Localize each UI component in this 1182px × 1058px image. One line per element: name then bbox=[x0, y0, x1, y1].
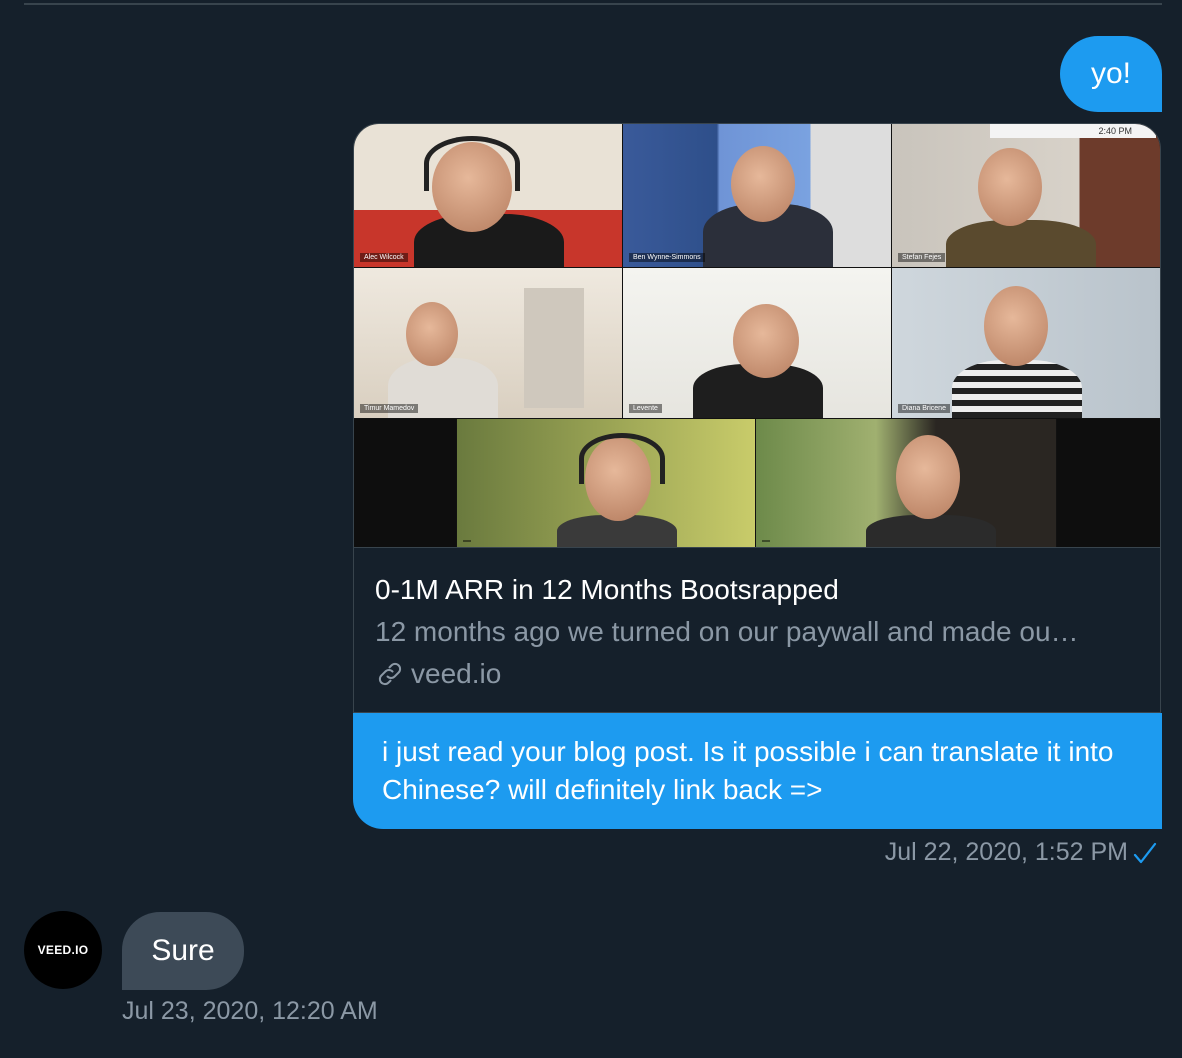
participant-name bbox=[463, 540, 471, 542]
link-preview-image: Alec Wilcock Ben Wynne-Simmons 2:40 PM S… bbox=[354, 124, 1160, 547]
video-tile: Ben Wynne-Simmons bbox=[623, 124, 891, 267]
received-message-bubble[interactable]: Sure bbox=[122, 912, 244, 990]
participant-name: Ben Wynne-Simmons bbox=[629, 253, 705, 262]
participant-name: Levente bbox=[629, 404, 662, 413]
top-divider bbox=[24, 3, 1162, 5]
link-icon bbox=[378, 662, 402, 686]
video-tile: Timur Mamedov bbox=[354, 268, 622, 418]
video-tile bbox=[1057, 419, 1160, 547]
clock-bar: 2:40 PM bbox=[990, 124, 1156, 138]
check-icon bbox=[1133, 842, 1157, 864]
link-title[interactable]: 0-1M ARR in 12 Months Bootsrapped bbox=[375, 574, 839, 606]
video-tile: Diana Bricene bbox=[892, 268, 1160, 418]
message-timestamp: Jul 22, 2020, 1:52 PM bbox=[884, 838, 1128, 866]
video-tile: Alec Wilcock bbox=[354, 124, 622, 267]
avatar-logo-text: VEED.IO bbox=[37, 943, 89, 957]
participant-name: Diana Bricene bbox=[898, 404, 950, 413]
message-text: yo! bbox=[1090, 57, 1132, 90]
message-timestamp: Jul 23, 2020, 12:20 AM bbox=[122, 997, 378, 1025]
message-text: Sure bbox=[151, 934, 215, 967]
avatar[interactable]: VEED.IO bbox=[24, 911, 102, 989]
participant-name bbox=[762, 540, 770, 542]
video-tile bbox=[756, 419, 1056, 547]
video-tile bbox=[457, 419, 755, 547]
sent-message-bubble[interactable]: yo! bbox=[1060, 36, 1162, 112]
link-domain[interactable]: veed.io bbox=[375, 658, 501, 690]
participant-name: Alec Wilcock bbox=[360, 253, 408, 262]
link-description: 12 months ago we turned on our paywall a… bbox=[375, 616, 1079, 647]
video-tile: Levente bbox=[623, 268, 891, 418]
link-preview-info[interactable]: 0-1M ARR in 12 Months Bootsrapped 12 mon… bbox=[354, 547, 1160, 712]
link-domain-text: veed.io bbox=[411, 658, 502, 689]
sent-message-bubble[interactable]: i just read your blog post. Is it possib… bbox=[353, 713, 1162, 829]
link-preview-card[interactable]: Alec Wilcock Ben Wynne-Simmons 2:40 PM S… bbox=[353, 123, 1161, 713]
video-tile bbox=[354, 419, 456, 547]
participant-name: Timur Mamedov bbox=[360, 404, 419, 413]
message-text: i just read your blog post. Is it possib… bbox=[382, 736, 1114, 805]
video-tile: 2:40 PM Stefan Fejes bbox=[892, 124, 1160, 267]
participant-name: Stefan Fejes bbox=[898, 253, 946, 262]
